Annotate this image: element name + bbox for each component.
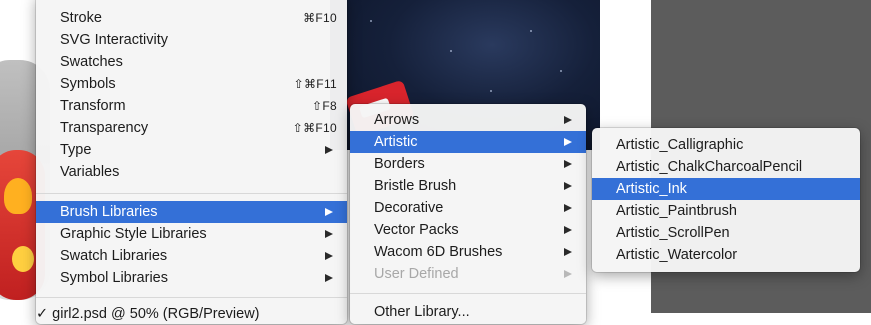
submenu-arrow-icon: [325, 146, 333, 154]
menu-item-label: Stroke: [60, 10, 102, 26]
window-menu: Stroke ⌘F10 SVG Interactivity Swatches S…: [36, 0, 347, 324]
menu-item-label: Artistic_ChalkCharcoalPencil: [616, 159, 803, 175]
menu-item-label: Bristle Brush: [374, 178, 457, 194]
submenu-arrow-icon: [325, 208, 333, 216]
menu-separator: [350, 293, 586, 294]
menu-item-label: Vector Packs: [374, 222, 459, 238]
shortcut-label: ⌘F10: [303, 11, 337, 25]
menu-item-label: Artistic_Ink: [616, 181, 687, 197]
menu-item-symbols[interactable]: Symbols ⇧⌘F11: [36, 73, 347, 95]
menu-item-label: Wacom 6D Brushes: [374, 244, 503, 260]
menu-item-label: Other Library...: [374, 304, 470, 320]
menu-item-artistic-calligraphic[interactable]: Artistic_Calligraphic: [592, 134, 860, 156]
menu-item-label: Variables: [60, 164, 120, 180]
submenu-arrow-icon: [564, 226, 572, 234]
menu-item-variables[interactable]: Variables: [36, 161, 347, 183]
menu-item-swatch-libraries[interactable]: Swatch Libraries: [36, 245, 347, 267]
menu-item-label: ✓ girl2.psd @ 50% (RGB/Preview): [36, 306, 260, 322]
submenu-arrow-icon: [325, 230, 333, 238]
menu-item-label: Artistic_Watercolor: [616, 247, 738, 263]
submenu-arrow-icon: [325, 274, 333, 282]
menu-item-transform[interactable]: Transform ⇧F8: [36, 95, 347, 117]
submenu-arrow-icon: [564, 248, 572, 256]
menu-item-transparency[interactable]: Transparency ⇧⌘F10: [36, 117, 347, 139]
submenu-arrow-icon: [325, 252, 333, 260]
menu-item-document-girl2[interactable]: ✓ girl2.psd @ 50% (RGB/Preview): [36, 303, 347, 325]
menu-item-swatches[interactable]: Swatches: [36, 51, 347, 73]
menu-item-label: SVG Interactivity: [60, 32, 168, 48]
menu-item-artistic[interactable]: Artistic: [350, 131, 586, 153]
submenu-arrow-icon: [564, 138, 572, 146]
menu-item-decorative[interactable]: Decorative: [350, 197, 586, 219]
menu-item-label: Symbols: [60, 76, 116, 92]
menu-item-label: User Defined: [374, 266, 459, 282]
menu-separator: [36, 297, 347, 298]
menu-item-artistic-scrollpen[interactable]: Artistic_ScrollPen: [592, 222, 860, 244]
menu-item-label: Type: [60, 142, 92, 158]
menu-item-arrows[interactable]: Arrows: [350, 109, 586, 131]
menu-item-label: Graphic Style Libraries: [60, 226, 207, 242]
menu-item-label: Artistic_ScrollPen: [616, 225, 730, 241]
menu-item-label: Artistic: [374, 134, 418, 150]
menu-item-borders[interactable]: Borders: [350, 153, 586, 175]
menu-item-svg-interactivity[interactable]: SVG Interactivity: [36, 29, 347, 51]
artwork-flame: [4, 178, 32, 214]
menu-item-label: Borders: [374, 156, 425, 172]
menu-item-artistic-ink[interactable]: Artistic_Ink: [592, 178, 860, 200]
menu-item-artistic-paintbrush[interactable]: Artistic_Paintbrush: [592, 200, 860, 222]
menu-item-label: Arrows: [374, 112, 420, 128]
menu-item-wacom-6d-brushes[interactable]: Wacom 6D Brushes: [350, 241, 586, 263]
menu-item-stroke[interactable]: Stroke ⌘F10: [36, 7, 347, 29]
menu-item-label: Symbol Libraries: [60, 270, 168, 286]
menu-item-label: Swatches: [60, 54, 123, 70]
menu-item-label: Artistic_Paintbrush: [616, 203, 737, 219]
menu-item-label: Artistic_Calligraphic: [616, 137, 744, 153]
menu-item-label: Brush Libraries: [60, 204, 158, 220]
menu-item-user-defined: User Defined: [350, 263, 586, 285]
menu-item-label: Swatch Libraries: [60, 248, 168, 264]
menu-item-bristle-brush[interactable]: Bristle Brush: [350, 175, 586, 197]
submenu-arrow-icon: [564, 116, 572, 124]
artistic-submenu: Artistic_Calligraphic Artistic_ChalkChar…: [592, 128, 860, 272]
menu-separator: [36, 193, 347, 194]
submenu-arrow-icon: [564, 270, 572, 278]
submenu-arrow-icon: [564, 204, 572, 212]
menu-item-artistic-watercolor[interactable]: Artistic_Watercolor: [592, 244, 860, 266]
menu-item-other-library[interactable]: Other Library...: [350, 301, 586, 323]
menu-item-artistic-chalkcharcoalpencil[interactable]: Artistic_ChalkCharcoalPencil: [592, 156, 860, 178]
shortcut-label: ⇧F8: [312, 99, 337, 113]
artwork-flame-small: [12, 246, 34, 272]
submenu-arrow-icon: [564, 160, 572, 168]
menu-item-brush-libraries[interactable]: Brush Libraries: [36, 201, 347, 223]
menu-item-type[interactable]: Type: [36, 139, 347, 161]
menu-item-symbol-libraries[interactable]: Symbol Libraries: [36, 267, 347, 289]
menu-item-label: Decorative: [374, 200, 444, 216]
menu-item-vector-packs[interactable]: Vector Packs: [350, 219, 586, 241]
brush-libraries-submenu: Arrows Artistic Borders Bristle Brush De…: [350, 104, 586, 324]
submenu-arrow-icon: [564, 182, 572, 190]
shortcut-label: ⇧⌘F10: [292, 121, 337, 135]
menu-item-graphic-style-libraries[interactable]: Graphic Style Libraries: [36, 223, 347, 245]
shortcut-label: ⇧⌘F11: [293, 77, 337, 91]
menu-item-label: Transform: [60, 98, 126, 114]
menu-item-label: Transparency: [60, 120, 149, 136]
